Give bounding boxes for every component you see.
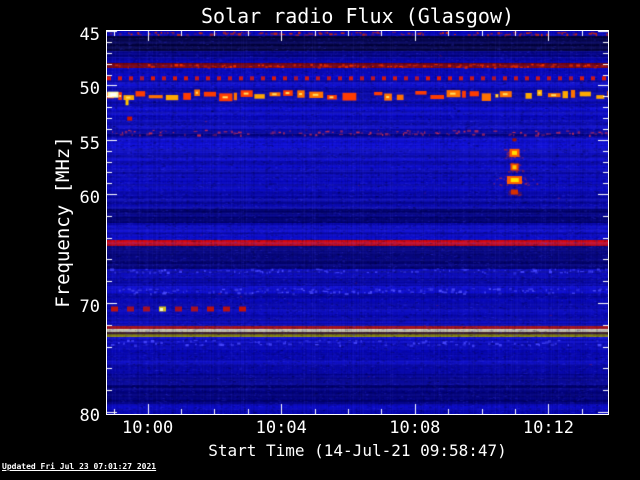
x-axis-label: Start Time (14-Jul-21 09:58:47) <box>208 441 507 460</box>
plot-frame <box>106 30 609 415</box>
y-tick-label-55: 55 <box>79 133 100 154</box>
spectrogram-canvas <box>107 31 608 414</box>
x-tick-label-10:08: 10:08 <box>389 418 441 438</box>
y-tick-label-50: 50 <box>79 79 100 100</box>
spectrogram-page: Solar radio Flux (Glasgow) Frequency [MH… <box>0 0 640 480</box>
x-tick-label-10:12: 10:12 <box>522 418 575 438</box>
y-tick-label-60: 60 <box>79 188 100 209</box>
y-tick-label-45: 45 <box>79 25 100 45</box>
x-tick-label-10:04: 10:04 <box>255 418 307 438</box>
y-tick-label-80: 80 <box>79 405 100 426</box>
updated-timestamp: Updated Fri Jul 23 07:01:27 2021 <box>2 462 157 471</box>
chart-title: Solar radio Flux (Glasgow) <box>200 4 515 28</box>
y-tick-label-70: 70 <box>79 297 100 318</box>
x-tick-label-10:00: 10:00 <box>122 418 174 438</box>
